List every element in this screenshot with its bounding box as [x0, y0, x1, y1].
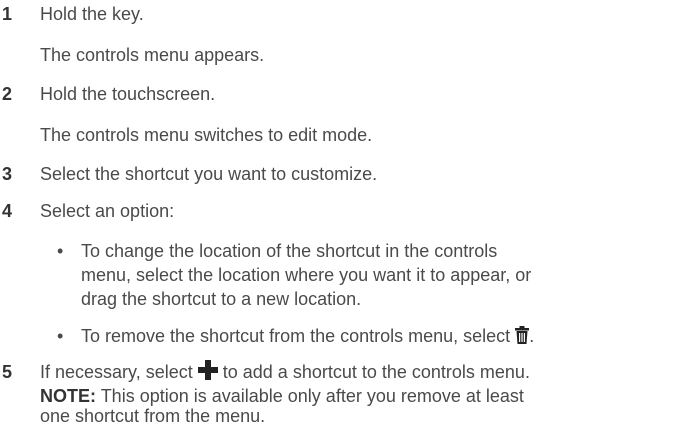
- bullet-marker: •: [57, 241, 64, 261]
- step-2-result: The controls menu switches to edit mode.: [40, 125, 373, 145]
- step-1-number: 1: [2, 4, 13, 24]
- step-3-number: 3: [2, 164, 13, 184]
- bullet-2-line: To remove the shortcut from the controls…: [81, 324, 534, 350]
- step-1-text: Hold the key.: [40, 4, 144, 24]
- step-3-text: Select the shortcut you want to customiz…: [40, 164, 378, 184]
- bullet-2-period: .: [529, 326, 535, 346]
- note-label: NOTE:: [40, 386, 96, 406]
- bullet-1-line-2: menu, select the location where you want…: [81, 265, 532, 285]
- bullet-2-text: To remove the shortcut from the controls…: [81, 326, 511, 346]
- step-1-result: The controls menu appears.: [40, 45, 265, 65]
- bullet-1-line-3: drag the shortcut to a new location.: [81, 289, 362, 309]
- instructions-document: 1 Hold the key. The controls menu appear…: [0, 0, 689, 426]
- step-4-text: Select an option:: [40, 201, 175, 221]
- step-5-number: 5: [2, 362, 13, 382]
- note-line-2: one shortcut from the menu.: [40, 406, 266, 426]
- step-5-text-after: to add a shortcut to the controls menu.: [222, 362, 530, 382]
- step-5-text-before: If necessary, select: [40, 362, 193, 382]
- step-5-text: If necessary, select to add a shortcut t…: [40, 360, 530, 386]
- bullet-marker: •: [57, 326, 64, 346]
- step-4-number: 4: [2, 201, 13, 221]
- plus-icon: [197, 360, 218, 386]
- trash-icon: [515, 326, 530, 350]
- step-2-text: Hold the touchscreen.: [40, 84, 216, 104]
- note-text-1: This option is available only after you …: [100, 386, 524, 406]
- bullet-1-line-1: To change the location of the shortcut i…: [81, 241, 498, 261]
- step-2-number: 2: [2, 84, 13, 104]
